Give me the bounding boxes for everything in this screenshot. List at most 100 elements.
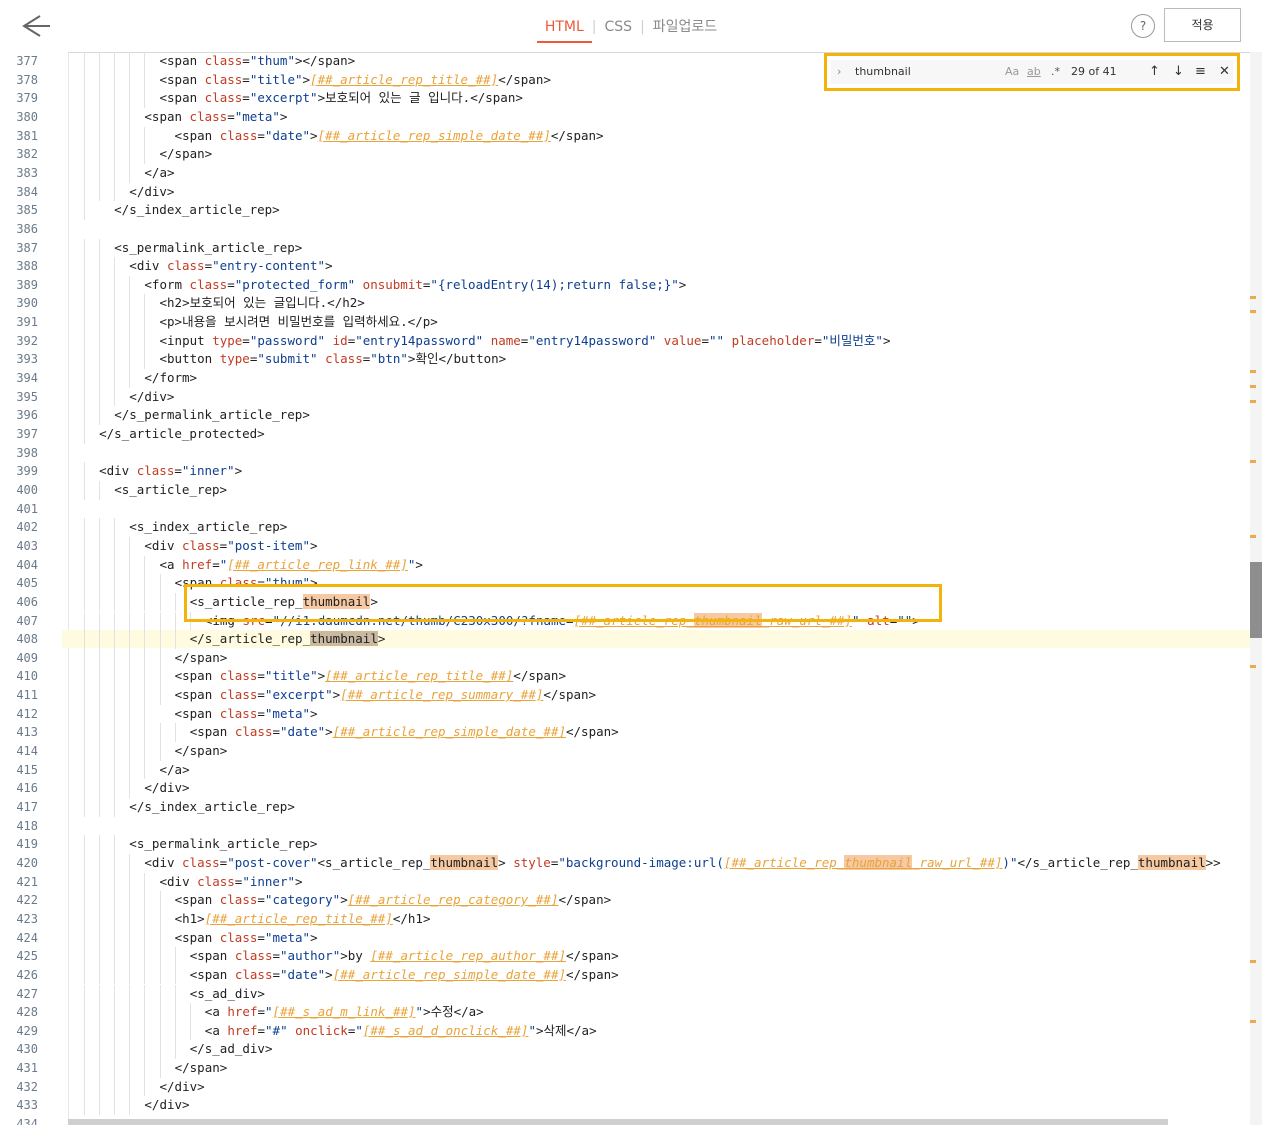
close-icon[interactable]: ✕ [1219, 60, 1230, 84]
indent-guide [144, 592, 146, 612]
code-line[interactable]: <span class="date">[##_article_rep_simpl… [70, 127, 604, 145]
code-line[interactable]: <span class="title">[##_article_rep_titl… [70, 71, 551, 89]
code-line[interactable]: <div class="inner"> [70, 462, 242, 480]
indent-guide [174, 965, 176, 985]
chevron-right-icon[interactable]: › [837, 60, 841, 84]
code-line[interactable]: <input type="password" id="entry14passwo… [70, 332, 891, 350]
tab-html[interactable]: HTML [536, 19, 592, 43]
scrollbar-thumb[interactable] [1250, 562, 1262, 638]
code-line[interactable]: <a href="[##_s_ad_m_link_##]">수정</a> [70, 1003, 484, 1021]
code-line[interactable]: </div> [70, 183, 174, 201]
code-line[interactable]: <div class="post-item"> [70, 537, 317, 555]
code-line[interactable]: </span> [70, 1059, 228, 1077]
indent-guide [159, 630, 161, 649]
indent-guide [84, 406, 85, 425]
code-token: <p>내용을 보시려면 비밀번호를 입력하세요.</p> [159, 314, 438, 330]
code-line[interactable]: </a> [70, 164, 174, 182]
code-line[interactable]: </span> [70, 649, 228, 667]
indent-guide [84, 965, 85, 985]
tab-css[interactable]: CSS [597, 19, 641, 41]
indent-guide [159, 742, 161, 761]
code-token: "inner" [181, 463, 235, 479]
code-line[interactable]: <button type="submit" class="btn">확인</bu… [70, 350, 507, 368]
match-case-icon[interactable]: Aa [1005, 60, 1019, 84]
indent-guide [99, 1021, 101, 1041]
code-line[interactable]: <span class="author">by [##_article_rep_… [70, 947, 619, 965]
code-line[interactable]: </span> [70, 145, 213, 163]
code-token: href [227, 1022, 258, 1038]
line-number: 423 [16, 911, 38, 926]
code-token: style [513, 854, 551, 870]
code-line[interactable]: <div class="inner"> [70, 873, 303, 891]
code-line[interactable]: <div class="post-cover"<s_article_rep_th… [70, 854, 1221, 872]
code-line[interactable]: <span class="meta"> [70, 108, 287, 126]
code-line[interactable]: <span class="date">[##_article_rep_simpl… [70, 723, 619, 741]
indent-guide [159, 928, 161, 948]
line-number: 379 [16, 91, 38, 106]
code-token: = [174, 463, 182, 479]
apply-button[interactable]: 적용 [1164, 8, 1241, 42]
code-line[interactable]: </s_index_article_rep> [70, 201, 280, 219]
code-line[interactable]: <h1>[##_article_rep_title_##]</h1> [70, 910, 431, 928]
line-number: 389 [16, 277, 38, 292]
indent-guide [144, 331, 146, 351]
code-token: > [377, 631, 386, 647]
code-token: </span> [566, 966, 619, 982]
indent-guide [159, 574, 161, 593]
code-line[interactable]: <span class="meta"> [70, 929, 318, 947]
code-line[interactable]: <span class="meta"> [70, 705, 318, 723]
find-input[interactable]: thumbnail [855, 60, 995, 84]
code-line[interactable]: <span class="category">[##_article_rep_c… [70, 891, 612, 909]
code-line[interactable]: </div> [70, 1078, 205, 1096]
code-line[interactable] [70, 500, 84, 518]
code-line[interactable]: </s_ad_div> [70, 1040, 273, 1058]
code-token: value [663, 332, 702, 348]
code-line[interactable]: <span class="excerpt">보호되어 있는 글 입니다.</sp… [70, 89, 523, 107]
tab-file-upload[interactable]: 파일업로드 [645, 16, 725, 42]
code-line[interactable]: <div class="entry-content"> [70, 257, 332, 275]
next-match-icon[interactable]: ↓ [1173, 60, 1184, 84]
code-line[interactable]: <span class="thum"></span> [70, 52, 356, 70]
code-line[interactable]: <a href="[##_article_rep_link_##]"> [70, 556, 423, 574]
help-icon[interactable]: ? [1131, 14, 1155, 38]
indent-guide [114, 518, 116, 537]
match-whole-word-icon[interactable]: ab [1027, 60, 1041, 84]
code-line[interactable]: <span class="date">[##_article_rep_simpl… [70, 966, 619, 984]
search-match-marker [1250, 385, 1256, 388]
indent-guide [174, 630, 176, 649]
code-line[interactable]: <a href="#" onclick="[##_s_ad_d_onclick_… [70, 1022, 597, 1040]
code-line[interactable]: </s_permalink_article_rep> [70, 406, 310, 424]
code-line[interactable]: <s_permalink_article_rep> [70, 835, 317, 853]
code-line[interactable]: <s_permalink_article_rep> [70, 239, 302, 257]
indent-guide [129, 779, 131, 798]
code-line[interactable]: <form class="protected_form" onsubmit="{… [70, 276, 686, 294]
code-line[interactable]: <span class="excerpt">[##_article_rep_su… [70, 686, 596, 704]
code-line[interactable]: </s_article_rep_thumbnail> [62, 630, 1252, 649]
line-number: 427 [16, 986, 38, 1001]
code-line[interactable]: </s_index_article_rep> [70, 798, 295, 816]
previous-match-icon[interactable]: ↑ [1149, 60, 1160, 84]
code-line[interactable] [70, 444, 84, 462]
code-line[interactable]: <s_article_rep> [70, 481, 227, 499]
indent-guide [114, 1021, 116, 1041]
indent-guide [84, 518, 85, 537]
code-line[interactable]: <s_index_article_rep> [70, 518, 287, 536]
code-line[interactable]: </div> [70, 388, 174, 406]
indent-guide [84, 425, 85, 444]
code-line[interactable]: </form> [70, 369, 197, 387]
regex-icon[interactable]: .* [1051, 60, 1060, 84]
code-token: > [325, 966, 333, 982]
code-line[interactable] [70, 817, 84, 835]
find-in-selection-icon[interactable]: ≡ [1195, 60, 1206, 84]
code-line[interactable]: </span> [70, 742, 228, 760]
code-line[interactable] [70, 220, 84, 238]
indent-guide [114, 835, 116, 854]
indent-guide [129, 891, 131, 910]
indent-guide [99, 592, 101, 612]
indent-guide [174, 947, 176, 966]
code-line[interactable]: <p>내용을 보시려면 비밀번호를 입력하세요.</p> [70, 313, 438, 331]
horizontal-scrollbar[interactable] [68, 1119, 1168, 1125]
code-line[interactable]: </s_article_protected> [70, 425, 265, 443]
code-token: <input [159, 332, 213, 348]
indent-guide [159, 984, 161, 1004]
